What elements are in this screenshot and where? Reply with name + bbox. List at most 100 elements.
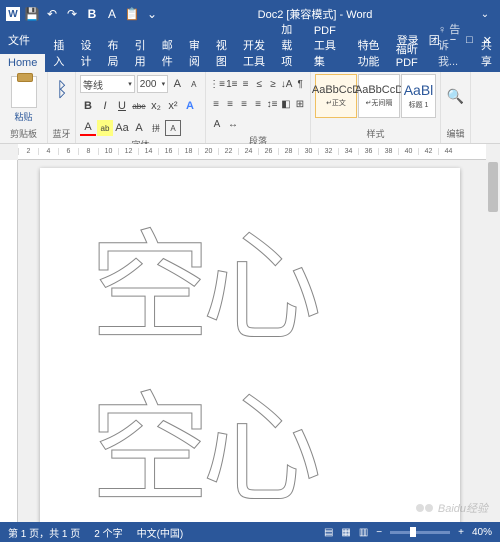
paste-button[interactable]: 粘贴 xyxy=(4,110,43,123)
tell-me-search[interactable]: ♀ 告诉我... xyxy=(430,18,473,72)
tab-home[interactable]: Home xyxy=(0,54,45,72)
language-indicator[interactable]: 中文(中国) xyxy=(137,525,184,540)
bluetooth-label: 蓝牙 xyxy=(52,127,71,141)
font-color-button[interactable]: A xyxy=(80,120,96,136)
group-font: 等线▾ 200▾ A A B I U abe x₂ x² A A ab Aa A… xyxy=(76,72,206,143)
justify-button[interactable]: ≡ xyxy=(252,96,264,112)
decrease-indent-button[interactable]: ≤ xyxy=(253,76,265,92)
view-print-icon[interactable]: ▤ xyxy=(324,527,333,538)
zoom-out-button[interactable]: − xyxy=(376,527,382,538)
tab-design[interactable]: 设计 xyxy=(72,34,99,72)
view-web-icon[interactable]: ▥ xyxy=(359,527,368,538)
ribbon: 粘贴 剪贴板 ᛒ 蓝牙 等线▾ 200▾ A A B I U abe x₂ x²… xyxy=(0,72,500,144)
group-paragraph: ⋮≡ 1≡ ≡ ≤ ≥ ↓A ¶ ≡ ≡ ≡ ≡ ↕≡ ◧ ⊞ A ↔ xyxy=(206,72,311,143)
qat-dropdown-icon[interactable]: ⌄ xyxy=(144,6,160,22)
window-controls: ⌄ xyxy=(470,0,500,28)
title-bar: W 💾 ↶ ↷ B A 📋 ⌄ Doc2 [兼容模式] - Word ⌄ xyxy=(0,0,500,28)
clear-format-button[interactable]: A xyxy=(131,120,147,136)
document-page[interactable]: 空心 空心 xyxy=(40,168,460,522)
increase-indent-button[interactable]: ≥ xyxy=(267,76,279,92)
grow-font-icon[interactable]: A xyxy=(170,76,184,92)
find-icon[interactable]: 🔍 xyxy=(447,88,464,105)
watermark: Baidu经验 xyxy=(416,500,488,516)
share-button[interactable]: 共享 xyxy=(473,34,500,72)
char-shading-button[interactable]: A xyxy=(210,116,224,132)
numbering-button[interactable]: 1≡ xyxy=(226,76,238,92)
group-editing: 🔍 编辑 xyxy=(441,72,471,143)
underline-button[interactable]: U xyxy=(114,98,130,114)
tab-review[interactable]: 审阅 xyxy=(181,34,208,72)
document-text-line1[interactable]: 空心 xyxy=(90,208,410,370)
text-effects-button[interactable]: A xyxy=(182,98,198,114)
word-icon: W xyxy=(6,7,20,21)
paste-icon[interactable]: 📋 xyxy=(124,6,140,22)
view-read-icon[interactable]: ▦ xyxy=(341,527,350,538)
clipboard-label: 剪贴板 xyxy=(4,127,43,141)
zoom-slider[interactable] xyxy=(390,531,450,534)
strike-button[interactable]: abe xyxy=(131,98,147,114)
bullets-button[interactable]: ⋮≡ xyxy=(210,76,224,92)
horizontal-ruler[interactable]: 2468101214161820222426283032343638404244 xyxy=(18,144,486,160)
vertical-ruler[interactable] xyxy=(0,160,18,522)
style-no-spacing[interactable]: AaBbCcD ↵无间隔 xyxy=(358,74,400,118)
group-bluetooth: ᛒ 蓝牙 xyxy=(48,72,76,143)
tab-developer[interactable]: 开发工具 xyxy=(235,34,273,72)
tab-foxit[interactable]: 福昕PDF xyxy=(388,38,426,72)
scroll-thumb[interactable] xyxy=(488,162,498,212)
quick-access-toolbar: W 💾 ↶ ↷ B A 📋 ⌄ xyxy=(0,6,160,22)
word-count[interactable]: 2 个字 xyxy=(94,525,122,540)
font-name-select[interactable]: 等线▾ xyxy=(80,75,135,93)
ribbon-options-icon[interactable]: ⌄ xyxy=(470,0,500,28)
tab-references[interactable]: 引用 xyxy=(127,34,154,72)
bold-button[interactable]: B xyxy=(80,98,96,114)
ribbon-tabs: Home 插入 设计 布局 引用 邮件 审阅 视图 开发工具 加载项 PDF工具… xyxy=(0,52,500,72)
tab-features[interactable]: 特色功能 xyxy=(350,34,388,72)
borders-button[interactable]: ⊞ xyxy=(294,96,306,112)
change-case-button[interactable]: Aa xyxy=(114,120,130,136)
zoom-in-button[interactable]: + xyxy=(458,527,464,538)
shading-button[interactable]: ◧ xyxy=(280,96,292,112)
sort-button[interactable]: ↓A xyxy=(281,76,293,92)
style-normal[interactable]: AaBbCcD ↵正文 xyxy=(315,74,357,118)
page-indicator[interactable]: 第 1 页，共 1 页 xyxy=(8,525,80,540)
file-menu[interactable]: 文件 xyxy=(0,28,38,52)
tab-addins[interactable]: 加载项 xyxy=(273,18,306,72)
align-center-button[interactable]: ≡ xyxy=(224,96,236,112)
group-clipboard: 粘贴 剪贴板 xyxy=(0,72,48,143)
paste-icon[interactable] xyxy=(11,76,37,108)
redo-icon[interactable]: ↷ xyxy=(64,6,80,22)
shrink-font-icon[interactable]: A xyxy=(187,76,201,92)
highlight-icon[interactable]: A xyxy=(104,6,120,22)
style-heading1[interactable]: AaBl 标题 1 xyxy=(401,74,436,118)
group-styles: AaBbCcD ↵正文 AaBbCcD ↵无间隔 AaBl 标题 1 样式 xyxy=(311,72,441,143)
undo-icon[interactable]: ↶ xyxy=(44,6,60,22)
tab-layout[interactable]: 布局 xyxy=(100,34,127,72)
bluetooth-icon[interactable]: ᛒ xyxy=(52,76,72,104)
char-border-button[interactable]: A xyxy=(165,120,181,136)
multilevel-button[interactable]: ≡ xyxy=(240,76,252,92)
save-icon[interactable]: 💾 xyxy=(24,6,40,22)
vertical-scrollbar[interactable] xyxy=(486,160,500,522)
align-left-button[interactable]: ≡ xyxy=(210,96,222,112)
line-spacing-button[interactable]: ↕≡ xyxy=(266,96,278,112)
phonetic-button[interactable]: 拼 xyxy=(148,120,164,136)
tab-mailings[interactable]: 邮件 xyxy=(154,34,181,72)
align-right-button[interactable]: ≡ xyxy=(238,96,250,112)
styles-label: 样式 xyxy=(315,127,436,141)
status-bar: 第 1 页，共 1 页 2 个字 中文(中国) ▤ ▦ ▥ − + 40% xyxy=(0,522,500,542)
char-scaling-button[interactable]: ↔ xyxy=(226,116,240,132)
highlight-button[interactable]: ab xyxy=(97,120,113,136)
superscript-button[interactable]: x² xyxy=(165,98,181,114)
show-marks-button[interactable]: ¶ xyxy=(294,76,306,92)
document-text-line2[interactable]: 空心 xyxy=(90,370,410,522)
tab-view[interactable]: 视图 xyxy=(208,34,235,72)
bold-icon[interactable]: B xyxy=(84,6,100,22)
document-title: Doc2 [兼容模式] - Word xyxy=(160,6,470,22)
font-size-select[interactable]: 200▾ xyxy=(137,75,168,93)
italic-button[interactable]: I xyxy=(97,98,113,114)
subscript-button[interactable]: x₂ xyxy=(148,98,164,114)
editing-label: 编辑 xyxy=(445,127,466,141)
tab-pdf-tools[interactable]: PDF工具集 xyxy=(306,22,350,72)
tab-insert[interactable]: 插入 xyxy=(45,34,72,72)
zoom-level[interactable]: 40% xyxy=(472,527,492,538)
